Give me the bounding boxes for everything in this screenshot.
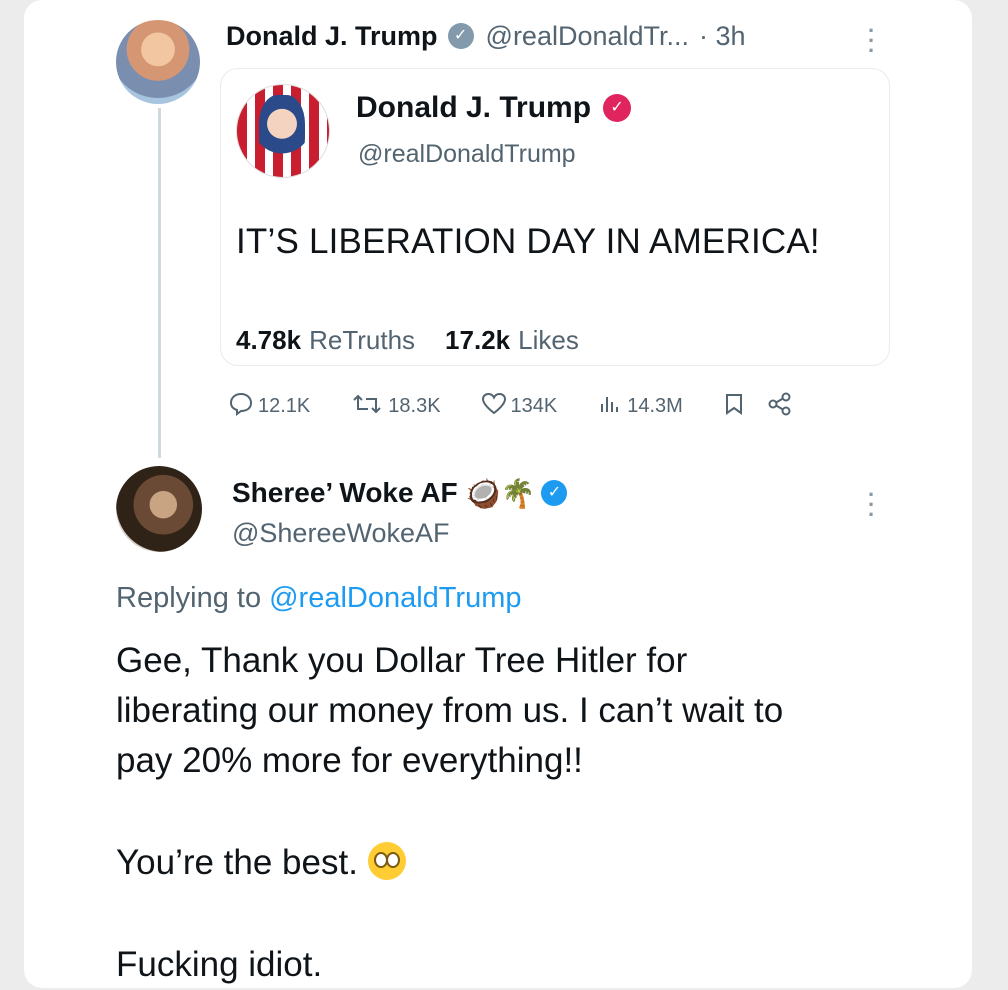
bookmark-button[interactable] (723, 392, 749, 421)
more-vertical-icon[interactable]: · · · (868, 20, 875, 62)
coconut-emoji-icon: 🥥 (465, 477, 501, 509)
share-icon (767, 392, 793, 421)
likes-count: 17.2k (445, 324, 511, 355)
verified-badge-icon: ✓ (447, 23, 474, 49)
reply-final-line: Fucking idiot. (116, 945, 323, 984)
heart-icon (481, 392, 507, 421)
quoted-text-row: IT’S LIBERATION DAY IN AMERICA! (236, 220, 820, 264)
thread-connector-line (158, 108, 161, 458)
author-name[interactable]: Donald J. Trump (226, 21, 438, 52)
reply-button[interactable]: 12.1K (228, 392, 310, 421)
verified-badge-icon: ✓ (603, 94, 632, 122)
reply-header: Sheree’ Woke AF 🥥 🌴 ✓ (232, 474, 568, 512)
quoted-author-avatar (236, 84, 330, 178)
reply-text-line: pay 20% more for everything!! (116, 741, 583, 780)
reply-text-line: You’re the best. (116, 838, 406, 888)
likes-label: Likes (518, 324, 579, 355)
quoted-author-handle: @realDonaldTrump (358, 139, 576, 168)
retruths-label: ReTruths (309, 324, 416, 355)
author-avatar[interactable] (116, 20, 200, 104)
quoted-post-text: IT’S LIBERATION DAY IN AMERICA! (236, 222, 820, 261)
reply-icon (228, 392, 254, 421)
reply-text-line: Gee, Thank you Dollar Tree Hitler for (116, 641, 688, 680)
verified-badge-icon: ✓ (541, 480, 568, 506)
reply-author-handle[interactable]: @ShereeWokeAF (232, 518, 450, 549)
bookmark-icon (723, 392, 745, 421)
quoted-header: Donald J. Trump ✓ (356, 88, 632, 128)
repost-icon (350, 392, 384, 421)
reply-count: 12.1K (258, 394, 311, 417)
views-button[interactable]: 14.3M (597, 392, 683, 421)
replying-to-link[interactable]: @realDonaldTrump (269, 582, 521, 615)
repost-count: 18.3K (388, 394, 441, 417)
quoted-handle-row: @realDonaldTrump (358, 138, 576, 170)
reply-best-text: You’re the best. (116, 843, 358, 882)
retruths-count: 4.78k (236, 324, 302, 355)
quoted-author-name: Donald J. Trump (356, 91, 592, 124)
post-time[interactable]: · 3h (699, 21, 746, 52)
face-with-rolling-eyes-icon (367, 842, 406, 880)
replying-to-line: Replying to @realDonaldTrump (116, 578, 522, 618)
views-icon (597, 392, 623, 421)
reply-author-avatar[interactable] (116, 466, 202, 552)
repost-button[interactable]: 18.3K (350, 392, 441, 421)
reply-author-name[interactable]: Sheree’ Woke AF (232, 477, 458, 509)
replying-to-label: Replying to (116, 581, 262, 614)
reply-handle-row: @ShereeWokeAF (232, 516, 450, 550)
action-bar: 12.1K 18.3K 134K 14.3M (228, 388, 797, 424)
quoted-stats: 4.78k ReTruths 17.2k Likes (236, 322, 579, 358)
share-button[interactable] (767, 392, 797, 421)
post-header: Donald J. Trump ✓ @realDonaldTr... · 3h (226, 18, 746, 54)
reply-text-line: liberating our money from us. I can’t wa… (116, 691, 784, 730)
more-vertical-icon[interactable]: · · · (868, 484, 875, 526)
like-count: 134K (510, 394, 558, 417)
author-handle[interactable]: @realDonaldTr... (486, 21, 690, 52)
views-count: 14.3M (627, 394, 683, 417)
palm-tree-emoji-icon: 🌴 (500, 477, 536, 509)
like-button[interactable]: 134K (481, 392, 558, 421)
